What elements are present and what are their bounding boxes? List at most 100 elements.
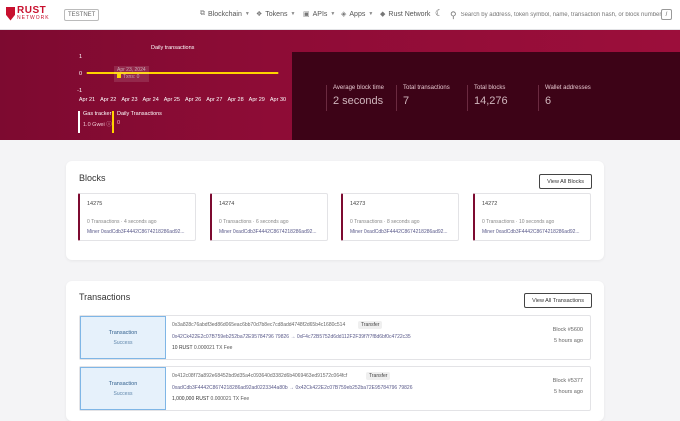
stat-wallet-addresses: Wallet addresses 6 <box>538 85 591 111</box>
logo-subtext: NETWORK <box>17 15 50 21</box>
transaction-row[interactable]: Transaction Success 0x3a828c76abdf3ed86d… <box>79 315 591 360</box>
daily-transactions-card: Daily Transactions 0 <box>112 111 162 133</box>
stat-label: Total transactions <box>403 85 450 91</box>
transaction-age: 5 hours ago <box>553 389 583 395</box>
chevron-down-icon: ▼ <box>368 11 374 17</box>
transaction-block[interactable]: Block #5600 <box>553 327 583 333</box>
transaction-status-badge: Transaction Success <box>80 367 166 410</box>
view-all-blocks-button[interactable]: View All Blocks <box>539 174 592 189</box>
nav-tokens[interactable]: ❖ Tokens ▼ <box>256 10 296 19</box>
y-tick-label: 0 <box>79 71 82 77</box>
status-title: Transaction <box>108 330 138 336</box>
block-meta: 0 Transactions · 6 seconds ago <box>219 219 289 225</box>
block-card[interactable]: 14273 0 Transactions · 8 seconds ago Min… <box>341 193 459 241</box>
x-tick-label: Apr 28 <box>227 97 243 103</box>
chevron-down-icon: ▼ <box>244 11 250 17</box>
transactions-title: Transactions <box>79 292 131 302</box>
data-point <box>107 72 109 74</box>
data-point <box>256 72 258 74</box>
block-meta: 0 Transactions · 8 seconds ago <box>350 219 420 225</box>
status-text: Success <box>113 340 133 346</box>
transaction-from-to[interactable]: 0xadCdb3F4442C8674218286ad92ad0223344a80… <box>172 385 413 391</box>
gas-tracker-label: Gas tracker <box>83 111 112 117</box>
series-swatch <box>117 74 121 78</box>
status-title: Transaction <box>108 381 138 387</box>
block-miner[interactable]: Miner 0xadCdb3F4442C8674218286ad92... <box>219 229 327 235</box>
transaction-fee: 0.000021 TX Fee <box>210 396 250 402</box>
x-tick-label: Apr 25 <box>164 97 180 103</box>
x-tick-label: Apr 27 <box>206 97 222 103</box>
transaction-amount: 10 RUST <box>172 345 193 351</box>
data-point <box>192 72 194 74</box>
block-number[interactable]: 14275 <box>87 201 102 207</box>
network-icon: ◆ <box>380 11 386 18</box>
transaction-hash[interactable]: 0x412c08f73a892e68452bd9d35a4c093640d338… <box>172 373 347 379</box>
gas-tracker-value: 1.0 Gwei <box>83 122 105 128</box>
transaction-block[interactable]: Block #5377 <box>553 378 583 384</box>
logo-icon <box>6 6 15 21</box>
transaction-amount: 1,000,000 RUST <box>172 396 210 402</box>
daily-transactions-label: Daily Transactions <box>117 111 162 117</box>
y-tick-label: 1 <box>79 54 82 60</box>
network-stats-panel: Average block time 2 seconds Total trans… <box>292 52 680 140</box>
search-input[interactable] <box>460 12 661 18</box>
block-card[interactable]: 14275 0 Transactions · 4 seconds ago Min… <box>78 193 196 241</box>
gas-tracker-card: Gas tracker 1.0 Gwei ⓘ <box>78 111 112 133</box>
stat-total-blocks: Total blocks 14,276 <box>467 85 508 111</box>
block-number[interactable]: 14273 <box>350 201 365 207</box>
block-number[interactable]: 14272 <box>482 201 497 207</box>
blockchain-icon: ⧉ <box>200 10 205 17</box>
daily-transactions-chart: 1 0 -1 Apr 21 Apr 22 Apr 23 Apr 24 Apr 25 Apr 26… <box>77 54 286 103</box>
status-text: Success <box>113 391 133 397</box>
x-tick-label: Apr 24 <box>143 97 159 103</box>
transaction-row[interactable]: Transaction Success 0x412c08f73a892e6845… <box>79 366 591 411</box>
search-bar: ⚲ / <box>450 7 672 23</box>
data-point <box>171 72 173 74</box>
nav-blockchain[interactable]: ⧉ Blockchain ▼ <box>200 10 250 18</box>
info-icon[interactable]: ⓘ <box>106 122 112 128</box>
transaction-age: 5 hours ago <box>553 338 583 344</box>
block-number[interactable]: 14274 <box>219 201 234 207</box>
tooltip-date: Apr 23, 2024 <box>117 67 146 73</box>
chevron-down-icon: ▼ <box>290 11 296 17</box>
nav-label: Rust Network <box>388 10 431 18</box>
y-tick-label: -1 <box>77 88 82 94</box>
nav-label: Tokens <box>265 10 288 18</box>
daily-transactions-value: 0 <box>117 120 121 126</box>
nav-rust-network[interactable]: ◆ Rust Network <box>380 10 431 19</box>
block-miner[interactable]: Miner 0xadCdb3F4442C8674218286ad92... <box>87 229 195 235</box>
stat-value: 14,276 <box>474 95 508 107</box>
transaction-hash[interactable]: 0x3a828c76abdf3ed86d065eac6bb70d7b8ec7cd… <box>172 322 345 328</box>
rust-network-logo[interactable]: RUST NETWORK <box>6 6 50 21</box>
block-miner[interactable]: Miner 0xadCdb3F4442C8674218286ad92... <box>482 229 590 235</box>
data-point <box>86 72 88 74</box>
moon-icon[interactable]: ☾ <box>435 8 443 19</box>
x-tick-label: Apr 26 <box>185 97 201 103</box>
x-tick-label: Apr 30 <box>270 97 286 103</box>
nav-label: Blockchain <box>208 10 242 18</box>
x-tick-label: Apr 21 <box>79 97 95 103</box>
block-card[interactable]: 14274 0 Transactions · 6 seconds ago Min… <box>210 193 328 241</box>
nav-apis[interactable]: ▣ APIs ▼ <box>303 10 335 19</box>
transaction-status-badge: Transaction Success <box>80 316 166 359</box>
stat-value: 2 seconds <box>333 95 384 107</box>
transaction-from-to[interactable]: 0x42Ck422E2c07B759eb252ba72E95784796 798… <box>172 334 411 340</box>
data-point <box>150 72 152 74</box>
tokens-icon: ❖ <box>256 11 263 18</box>
x-tick-label: Apr 22 <box>100 97 116 103</box>
x-tick-label: Apr 29 <box>249 97 265 103</box>
data-point <box>277 72 279 74</box>
blocks-title: Blocks <box>79 173 106 183</box>
block-miner[interactable]: Miner 0xadCdb3F4442C8674218286ad92... <box>350 229 458 235</box>
stat-label: Average block time <box>333 85 384 91</box>
block-card[interactable]: 14272 0 Transactions · 10 seconds ago Mi… <box>473 193 591 241</box>
data-point <box>234 72 237 74</box>
blocks-panel: Blocks View All Blocks 14275 0 Transacti… <box>66 161 604 260</box>
apis-icon: ▣ <box>303 11 310 18</box>
nav-apps[interactable]: ◈ Apps ▼ <box>341 10 374 19</box>
transaction-type-chip: Transfer <box>366 372 391 380</box>
view-all-transactions-button[interactable]: View All Transactions <box>524 293 592 308</box>
top-navigation-bar: RUST NETWORK TESTNET ⧉ Blockchain ▼ ❖ To… <box>0 0 680 30</box>
nav-label: Apps <box>349 10 366 18</box>
search-icon: ⚲ <box>450 9 457 20</box>
